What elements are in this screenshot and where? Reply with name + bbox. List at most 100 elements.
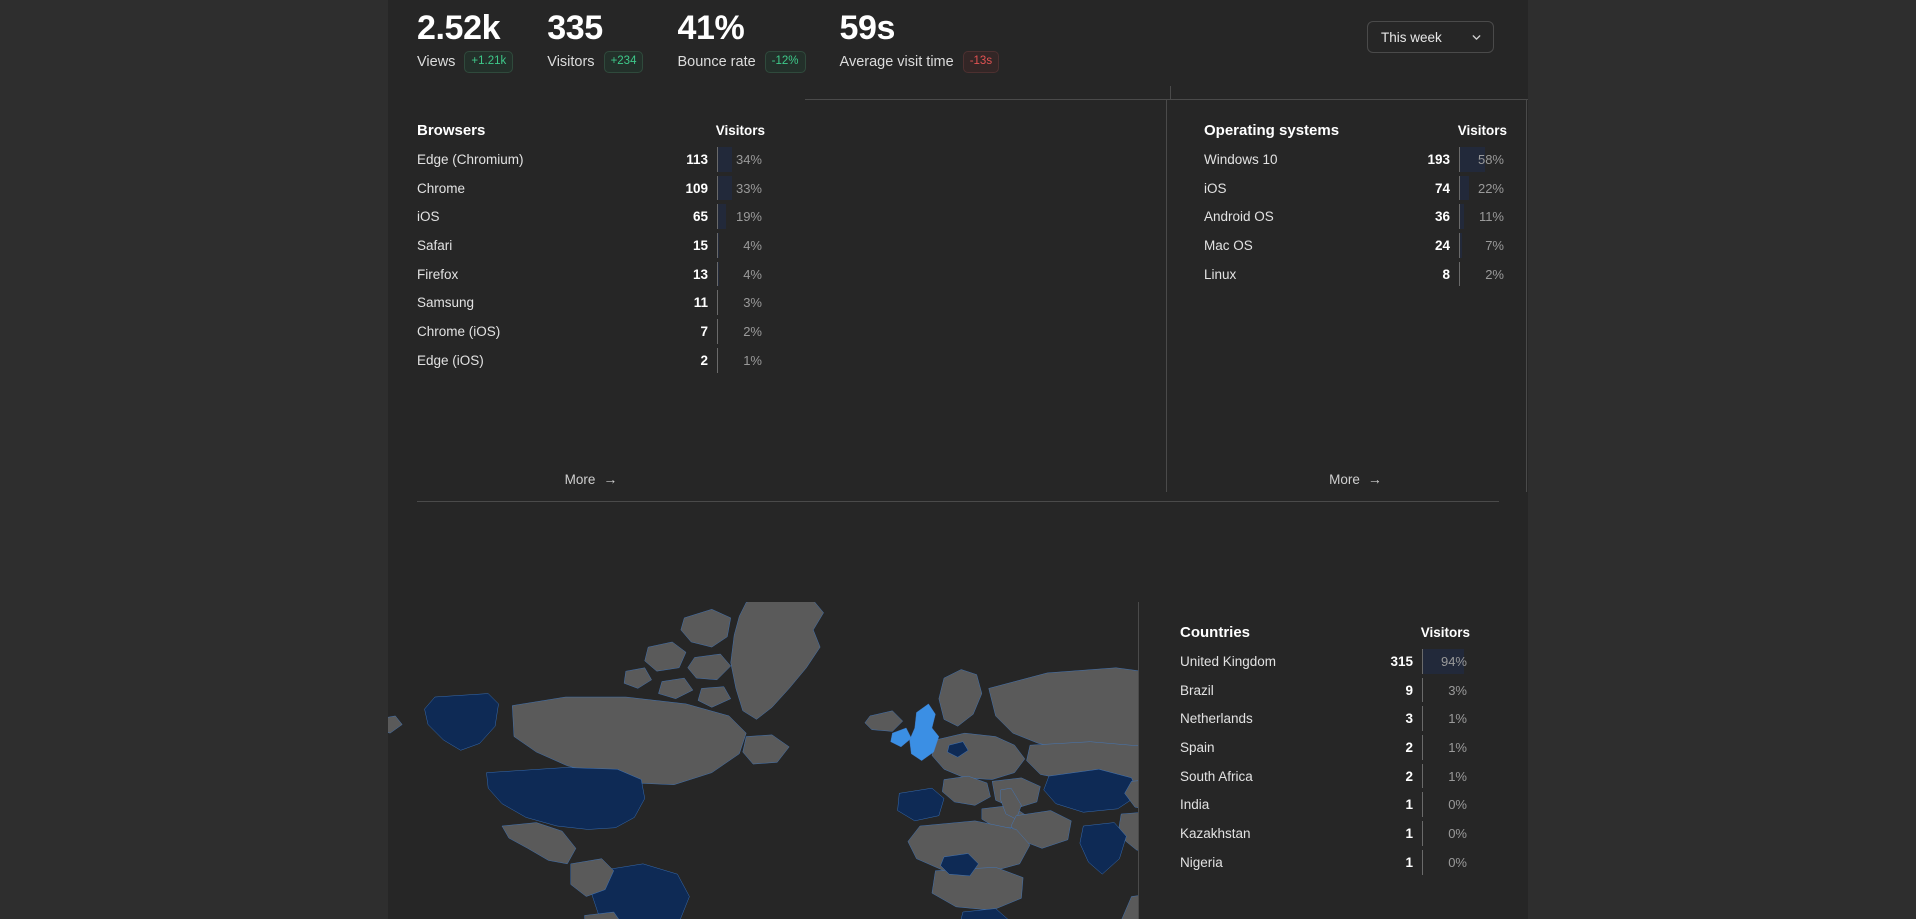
row-visitors: 11 — [693, 295, 708, 311]
table-row[interactable]: Safari 15 4% — [417, 231, 765, 260]
row-percent-label: 1% — [743, 352, 762, 368]
percent-bar-tick — [1459, 261, 1460, 287]
table-row[interactable]: Netherlands 3 1% — [1180, 704, 1470, 733]
percent-bar-tick — [1422, 649, 1423, 674]
row-percent-label: 3% — [743, 295, 762, 311]
percent-bar-tick — [717, 347, 718, 373]
metric-label: Visitors — [547, 54, 595, 70]
row-percent-bar: 1% — [1422, 762, 1470, 791]
table-row[interactable]: Windows 10 193 58% — [1204, 145, 1507, 174]
table-row[interactable]: Android OS 36 11% — [1204, 202, 1507, 231]
row-percent-label: 7% — [1485, 237, 1504, 253]
row-percent-bar: 0% — [1422, 790, 1470, 819]
percent-bar-tick — [1422, 792, 1423, 818]
row-visitors: 113 — [686, 151, 708, 167]
row-visitors: 2 — [1405, 768, 1413, 784]
panel-operating-systems-rows: Windows 10 193 58% iOS 74 22% Android OS 36 11% M… — [1204, 145, 1507, 457]
table-row[interactable]: iOS 65 19% — [417, 202, 765, 231]
panel-countries: Countries Visitors United Kingdom 315 94% B… — [1138, 602, 1528, 919]
row-label: India — [1180, 797, 1210, 813]
row-percent-label: 34% — [735, 151, 762, 167]
row-percent-bar: 4% — [717, 231, 765, 260]
row-visitors: 193 — [1427, 151, 1450, 167]
row-visitors: 1 — [1405, 854, 1413, 870]
percent-bar-fill — [717, 204, 726, 230]
row-percent-label: 2% — [1485, 266, 1504, 282]
table-row[interactable]: Samsung 11 3% — [417, 288, 765, 317]
row-percent-bar: 1% — [1422, 733, 1470, 762]
table-row[interactable]: iOS 74 22% — [1204, 174, 1507, 203]
table-row[interactable]: India 1 0% — [1180, 790, 1470, 819]
row-label: Chrome — [417, 180, 466, 196]
row-label: Linux — [1204, 266, 1237, 282]
row-percent-bar: 0% — [1422, 819, 1470, 848]
panel-browsers-rows: Edge (Chromium) 113 34% Chrome 109 33% iOS 65 19… — [417, 145, 765, 457]
percent-bar-fill — [717, 147, 733, 172]
panel-operating-systems-header: Operating systems Visitors — [1204, 100, 1507, 145]
row-percent-label: 33% — [735, 180, 762, 196]
row-percent-bar: 3% — [717, 288, 765, 317]
metric-card: 41% Bounce rate -12% — [677, 6, 806, 73]
table-row[interactable]: United Kingdom 315 94% — [1180, 647, 1470, 676]
world-map[interactable] — [388, 602, 1138, 919]
metric-label: Bounce rate — [677, 54, 756, 70]
column-header-visitors: Visitors — [1420, 625, 1470, 640]
table-row[interactable]: Kazakhstan 1 0% — [1180, 819, 1470, 848]
table-row[interactable]: Nigeria 1 0% — [1180, 848, 1470, 877]
metric-delta-badge: +1.21k — [464, 51, 514, 73]
percent-bar-tick — [1422, 763, 1423, 789]
date-range-select[interactable]: This week — [1367, 21, 1494, 53]
metric-value: 2.52k — [417, 9, 501, 47]
table-row[interactable]: Spain 2 1% — [1180, 733, 1470, 762]
table-row[interactable]: South Africa 2 1% — [1180, 762, 1470, 791]
row-percent-label: 11% — [1478, 209, 1504, 225]
metric-value: 41% — [677, 9, 745, 47]
metric-value: 59s — [839, 9, 896, 47]
panel-title: Browsers — [417, 122, 486, 139]
arrow-right-icon: → — [1367, 471, 1382, 487]
more-link-browsers[interactable]: More → — [417, 457, 765, 501]
row-percent-label: 0% — [1448, 797, 1467, 813]
row-percent-label: 1% — [1448, 711, 1467, 727]
row-visitors: 2 — [700, 352, 708, 368]
row-visitors: 1 — [1405, 797, 1413, 813]
row-percent-bar: 4% — [717, 260, 765, 289]
table-row[interactable]: Edge (Chromium) 113 34% — [417, 145, 765, 174]
row-percent-label: 0% — [1448, 854, 1467, 870]
percent-bar-tick — [717, 175, 718, 201]
table-row[interactable]: Chrome 109 33% — [417, 174, 765, 203]
row-label: Safari — [417, 237, 453, 253]
row-percent-bar: 2% — [717, 317, 765, 346]
metric-label: Views — [417, 54, 456, 70]
row-visitors: 24 — [1434, 237, 1450, 253]
table-row[interactable]: Chrome (iOS) 7 2% — [417, 317, 765, 346]
row-label: Spain — [1180, 739, 1215, 755]
metric-card: 59s Average visit time -13s — [840, 6, 1000, 73]
row-percent-label: 4% — [743, 237, 762, 253]
table-row[interactable]: Firefox 13 4% — [417, 260, 765, 289]
table-row[interactable]: Mac OS 24 7% — [1204, 231, 1507, 260]
metric-card: 335 Visitors +234 — [547, 6, 644, 73]
table-row[interactable]: Brazil 9 3% — [1180, 676, 1470, 705]
row-visitors: 74 — [1434, 180, 1450, 196]
geo-band: Countries Visitors United Kingdom 315 94% B… — [388, 602, 1528, 919]
row-percent-label: 94% — [1440, 653, 1467, 669]
column-header-visitors: Visitors — [715, 123, 765, 138]
table-row[interactable]: Linux 8 2% — [1204, 260, 1507, 289]
arrow-right-icon: → — [603, 471, 618, 487]
stats-band: Browsers Visitors Edge (Chromium) 113 34% C… — [388, 100, 1528, 501]
metric-value: 335 — [547, 9, 603, 47]
percent-bar-fill — [717, 175, 732, 201]
row-label: iOS — [417, 209, 440, 225]
percent-bar-tick — [1459, 233, 1460, 258]
row-visitors: 15 — [692, 237, 708, 253]
table-row[interactable]: Edge (iOS) 2 1% — [417, 346, 765, 375]
row-visitors: 7 — [700, 323, 708, 339]
more-link-operating-systems[interactable]: More → — [1204, 457, 1507, 501]
row-label: iOS — [1204, 180, 1227, 196]
row-label: Firefox — [417, 266, 459, 282]
percent-bar-tick — [1422, 821, 1423, 846]
row-percent-bar: 58% — [1459, 145, 1507, 174]
row-percent-bar: 0% — [1422, 848, 1470, 877]
percent-bar-tick — [717, 204, 718, 230]
